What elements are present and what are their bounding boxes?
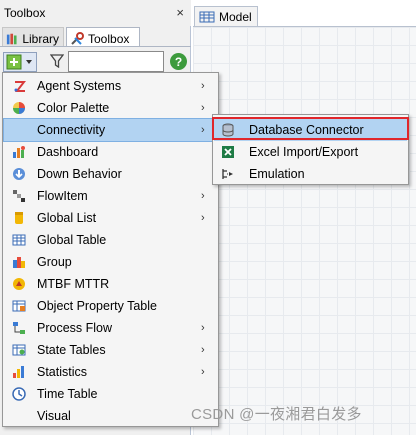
menu-item-label: Visual: [37, 409, 71, 423]
tab-library[interactable]: Library: [2, 27, 64, 47]
menu-item-label: Color Palette: [37, 101, 110, 115]
add-tool-button[interactable]: [3, 52, 37, 72]
menu-item-label: Statistics: [37, 365, 88, 379]
time-table-icon: [12, 387, 26, 401]
menu-item-group[interactable]: Group: [4, 251, 217, 273]
menu-item-label: Process Flow: [37, 321, 113, 335]
grid-icon: [199, 11, 215, 22]
submenu-item-icon: [214, 141, 242, 163]
menu-item-icon: [4, 97, 34, 119]
menu-item-label: Dashboard: [37, 145, 99, 159]
submenu-arrow-icon: ›: [201, 212, 205, 224]
agent-systems-icon: [14, 81, 26, 92]
submenu-arrow-icon: ›: [201, 322, 205, 334]
menu-item-statistics[interactable]: Statistics ›: [4, 361, 217, 383]
library-books-icon: [6, 33, 17, 45]
global-table-icon: [12, 234, 26, 246]
menu-item-global-list[interactable]: Global List ›: [4, 207, 217, 229]
global-list-icon: [15, 212, 23, 224]
emulation-icon: [222, 169, 233, 179]
submenu-item-emulation[interactable]: Emulation: [214, 163, 407, 185]
menu-item-icon: [4, 229, 34, 251]
menu-item-label: Group: [37, 255, 72, 269]
add-tool-icon: [6, 54, 32, 70]
menu-item-icon: [4, 405, 34, 427]
menu-item-icon: [4, 251, 34, 273]
submenu-arrow-icon: ›: [201, 102, 205, 114]
filter-icon[interactable]: [50, 54, 64, 68]
menu-item-object-property-table[interactable]: Object Property Table: [4, 295, 217, 317]
close-icon[interactable]: ×: [176, 5, 184, 20]
menu-item-label: MTBF MTTR: [37, 277, 110, 291]
menu-item-icon: [4, 119, 34, 141]
menu-item-icon: [4, 339, 34, 361]
menu-item-agent-systems[interactable]: Agent Systems ›: [4, 75, 217, 97]
tab-divider: [0, 46, 191, 47]
menu-item-icon: [4, 207, 34, 229]
menu-item-icon: [4, 295, 34, 317]
menu-item-connectivity[interactable]: Connectivity ›: [3, 118, 218, 142]
menu-item-mtbf-mttr[interactable]: MTBF MTTR: [4, 273, 217, 295]
submenu-item-excel-import-export[interactable]: Excel Import/Export: [214, 141, 407, 163]
state-tables-icon: [12, 344, 26, 356]
menu-item-global-table[interactable]: Global Table: [4, 229, 217, 251]
menu-item-icon: [4, 163, 34, 185]
mtbf-mttr-icon: [13, 278, 25, 290]
submenu-item-label: Excel Import/Export: [249, 145, 359, 159]
menu-item-icon: [4, 317, 34, 339]
menu-item-label: Global List: [37, 211, 97, 225]
watermark: CSDN @一夜湘君白发多: [191, 406, 362, 423]
menu-item-visual[interactable]: Visual: [4, 405, 217, 427]
filter-input[interactable]: [68, 51, 164, 72]
menu-item-icon: [4, 185, 34, 207]
flowitem-icon: [13, 190, 25, 202]
tab-model-label: Model: [219, 9, 252, 24]
submenu-item-label: Emulation: [249, 167, 305, 181]
submenu-arrow-icon: ›: [201, 344, 205, 356]
menu-item-color-palette[interactable]: Color Palette ›: [4, 97, 217, 119]
dashboard-icon: [13, 146, 25, 158]
menu-item-label: Connectivity: [37, 123, 106, 137]
tab-library-label: Library: [22, 32, 59, 46]
callout-highlight: [212, 117, 409, 140]
tab-toolbox[interactable]: Toolbox: [66, 27, 140, 47]
group-icon: [13, 257, 25, 268]
menu-item-icon: [4, 141, 34, 163]
menu-item-down-behavior[interactable]: Down Behavior: [4, 163, 217, 185]
menu-item-icon: [4, 75, 34, 97]
menu-item-label: Agent Systems: [37, 79, 122, 93]
menu-item-dashboard[interactable]: Dashboard: [4, 141, 217, 163]
menu-item-icon: [4, 383, 34, 405]
help-button[interactable]: ?: [170, 53, 187, 70]
menu-item-label: Down Behavior: [37, 167, 122, 181]
menu-item-icon: [4, 361, 34, 383]
process-flow-icon: [13, 322, 25, 334]
submenu-arrow-icon: ›: [201, 366, 205, 378]
menu-item-label: FlowItem: [37, 189, 88, 203]
menu-item-flowitem[interactable]: FlowItem ›: [4, 185, 217, 207]
tools-icon: [71, 32, 84, 45]
excel-icon: [222, 146, 234, 158]
down-behavior-icon: [13, 168, 25, 180]
menu-item-time-table[interactable]: Time Table: [4, 383, 217, 405]
tab-toolbox-label: Toolbox: [88, 32, 130, 46]
menu-item-label: Time Table: [37, 387, 98, 401]
color-palette-icon: [13, 102, 25, 114]
menu-item-label: Global Table: [37, 233, 107, 247]
submenu-arrow-icon: ›: [201, 190, 205, 202]
statistics-icon: [13, 366, 24, 378]
model-view[interactable]: [193, 26, 416, 435]
toolbox-add-menu: Agent Systems › Color Palette › Connectivity…: [2, 72, 219, 427]
panel-title: Toolbox: [0, 0, 191, 26]
menu-item-state-tables[interactable]: State Tables ›: [4, 339, 217, 361]
menu-item-label: State Tables: [37, 343, 106, 357]
object-property-table-icon: [12, 300, 26, 312]
submenu-arrow-icon: ›: [201, 80, 205, 92]
menu-item-process-flow[interactable]: Process Flow ›: [4, 317, 217, 339]
submenu-item-icon: [214, 163, 242, 185]
menu-item-label: Object Property Table: [37, 299, 157, 313]
menu-item-icon: [4, 273, 34, 295]
tab-model[interactable]: Model: [194, 6, 258, 26]
